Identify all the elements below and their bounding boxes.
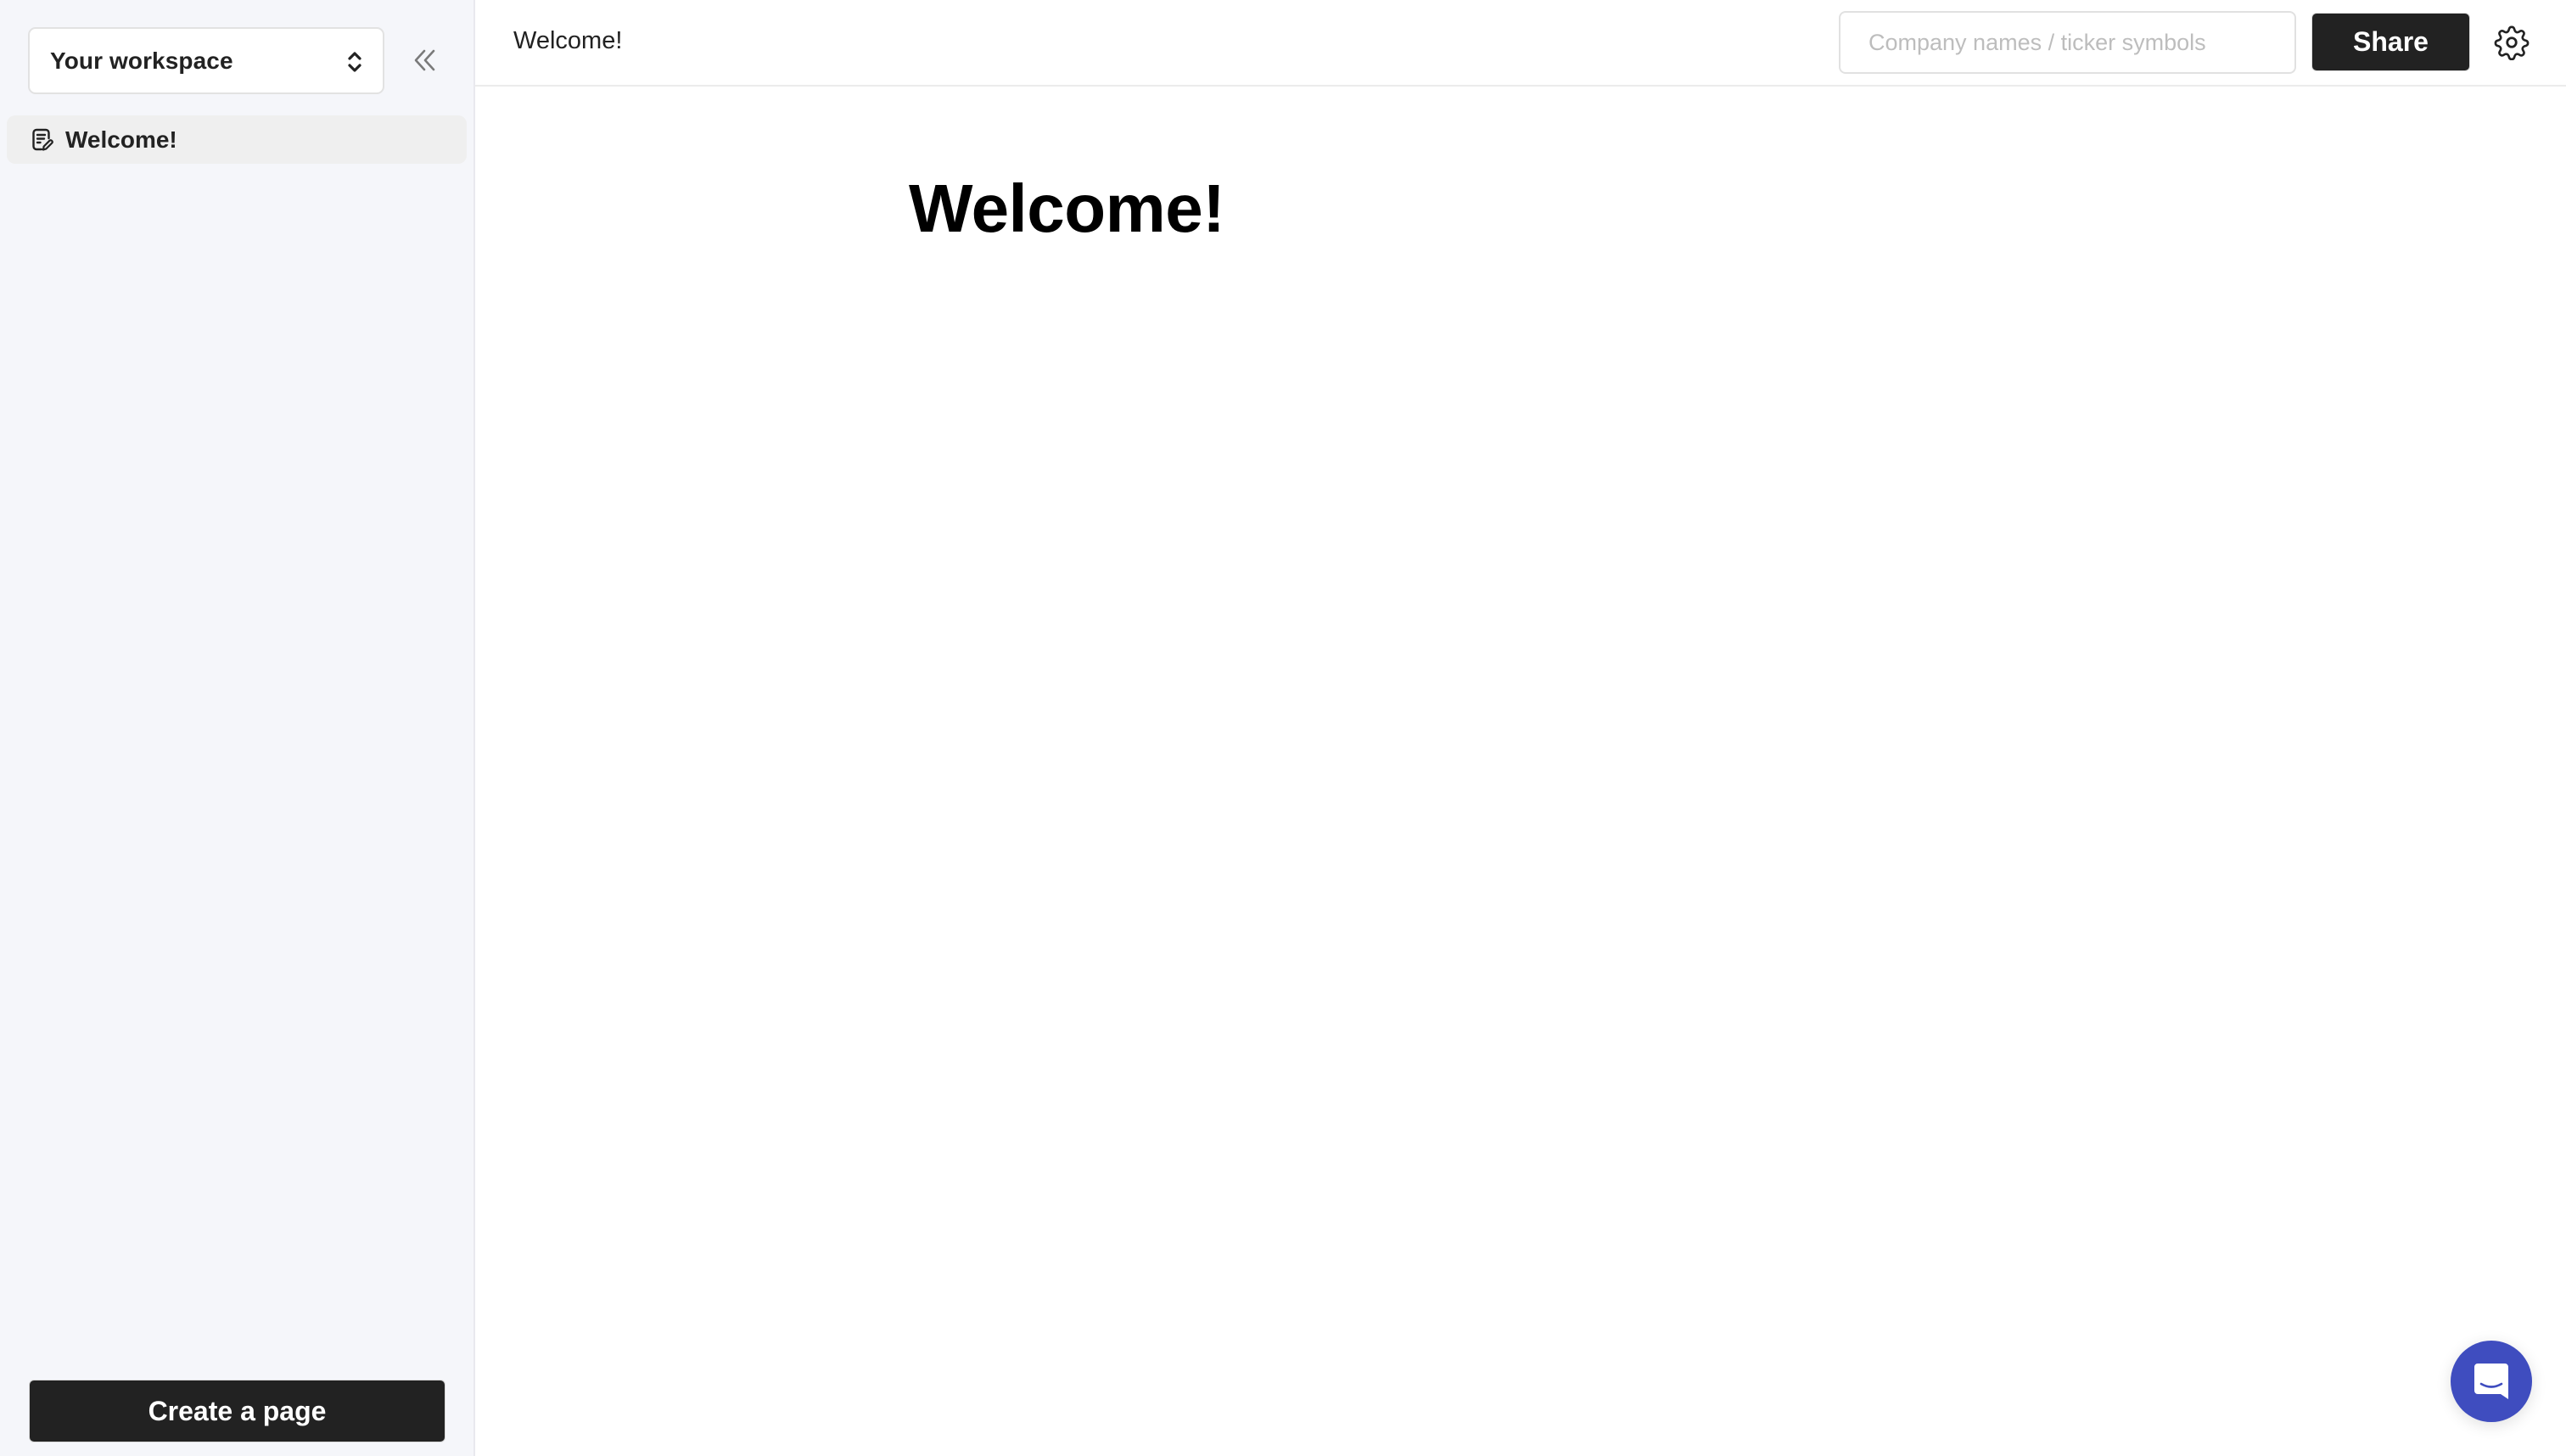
sidebar-item-welcome[interactable]: Welcome! xyxy=(7,115,467,164)
breadcrumb: Welcome! xyxy=(513,27,623,54)
page-title: Welcome! xyxy=(909,171,1225,246)
chevron-up-down-icon xyxy=(348,52,361,72)
gear-icon[interactable] xyxy=(2494,25,2530,60)
workspace-select-label: Your workspace xyxy=(50,47,233,74)
collapse-sidebar-button[interactable] xyxy=(407,42,443,78)
sidebar-item-label: Welcome! xyxy=(65,126,177,153)
sidebar: Your workspace Welcome! Create a page xyxy=(0,0,475,1456)
create-page-button[interactable]: Create a page xyxy=(29,1380,445,1442)
note-edit-icon xyxy=(32,128,53,151)
share-button[interactable]: Share xyxy=(2311,13,2470,71)
top-bar: Welcome! Share xyxy=(475,0,2566,87)
double-chevron-left-icon xyxy=(414,49,435,71)
chat-bubble-icon xyxy=(2474,1364,2508,1399)
company-search-input[interactable] xyxy=(1839,11,2296,74)
workspace-select[interactable]: Your workspace xyxy=(28,27,384,94)
chat-launcher-button[interactable] xyxy=(2451,1341,2532,1422)
